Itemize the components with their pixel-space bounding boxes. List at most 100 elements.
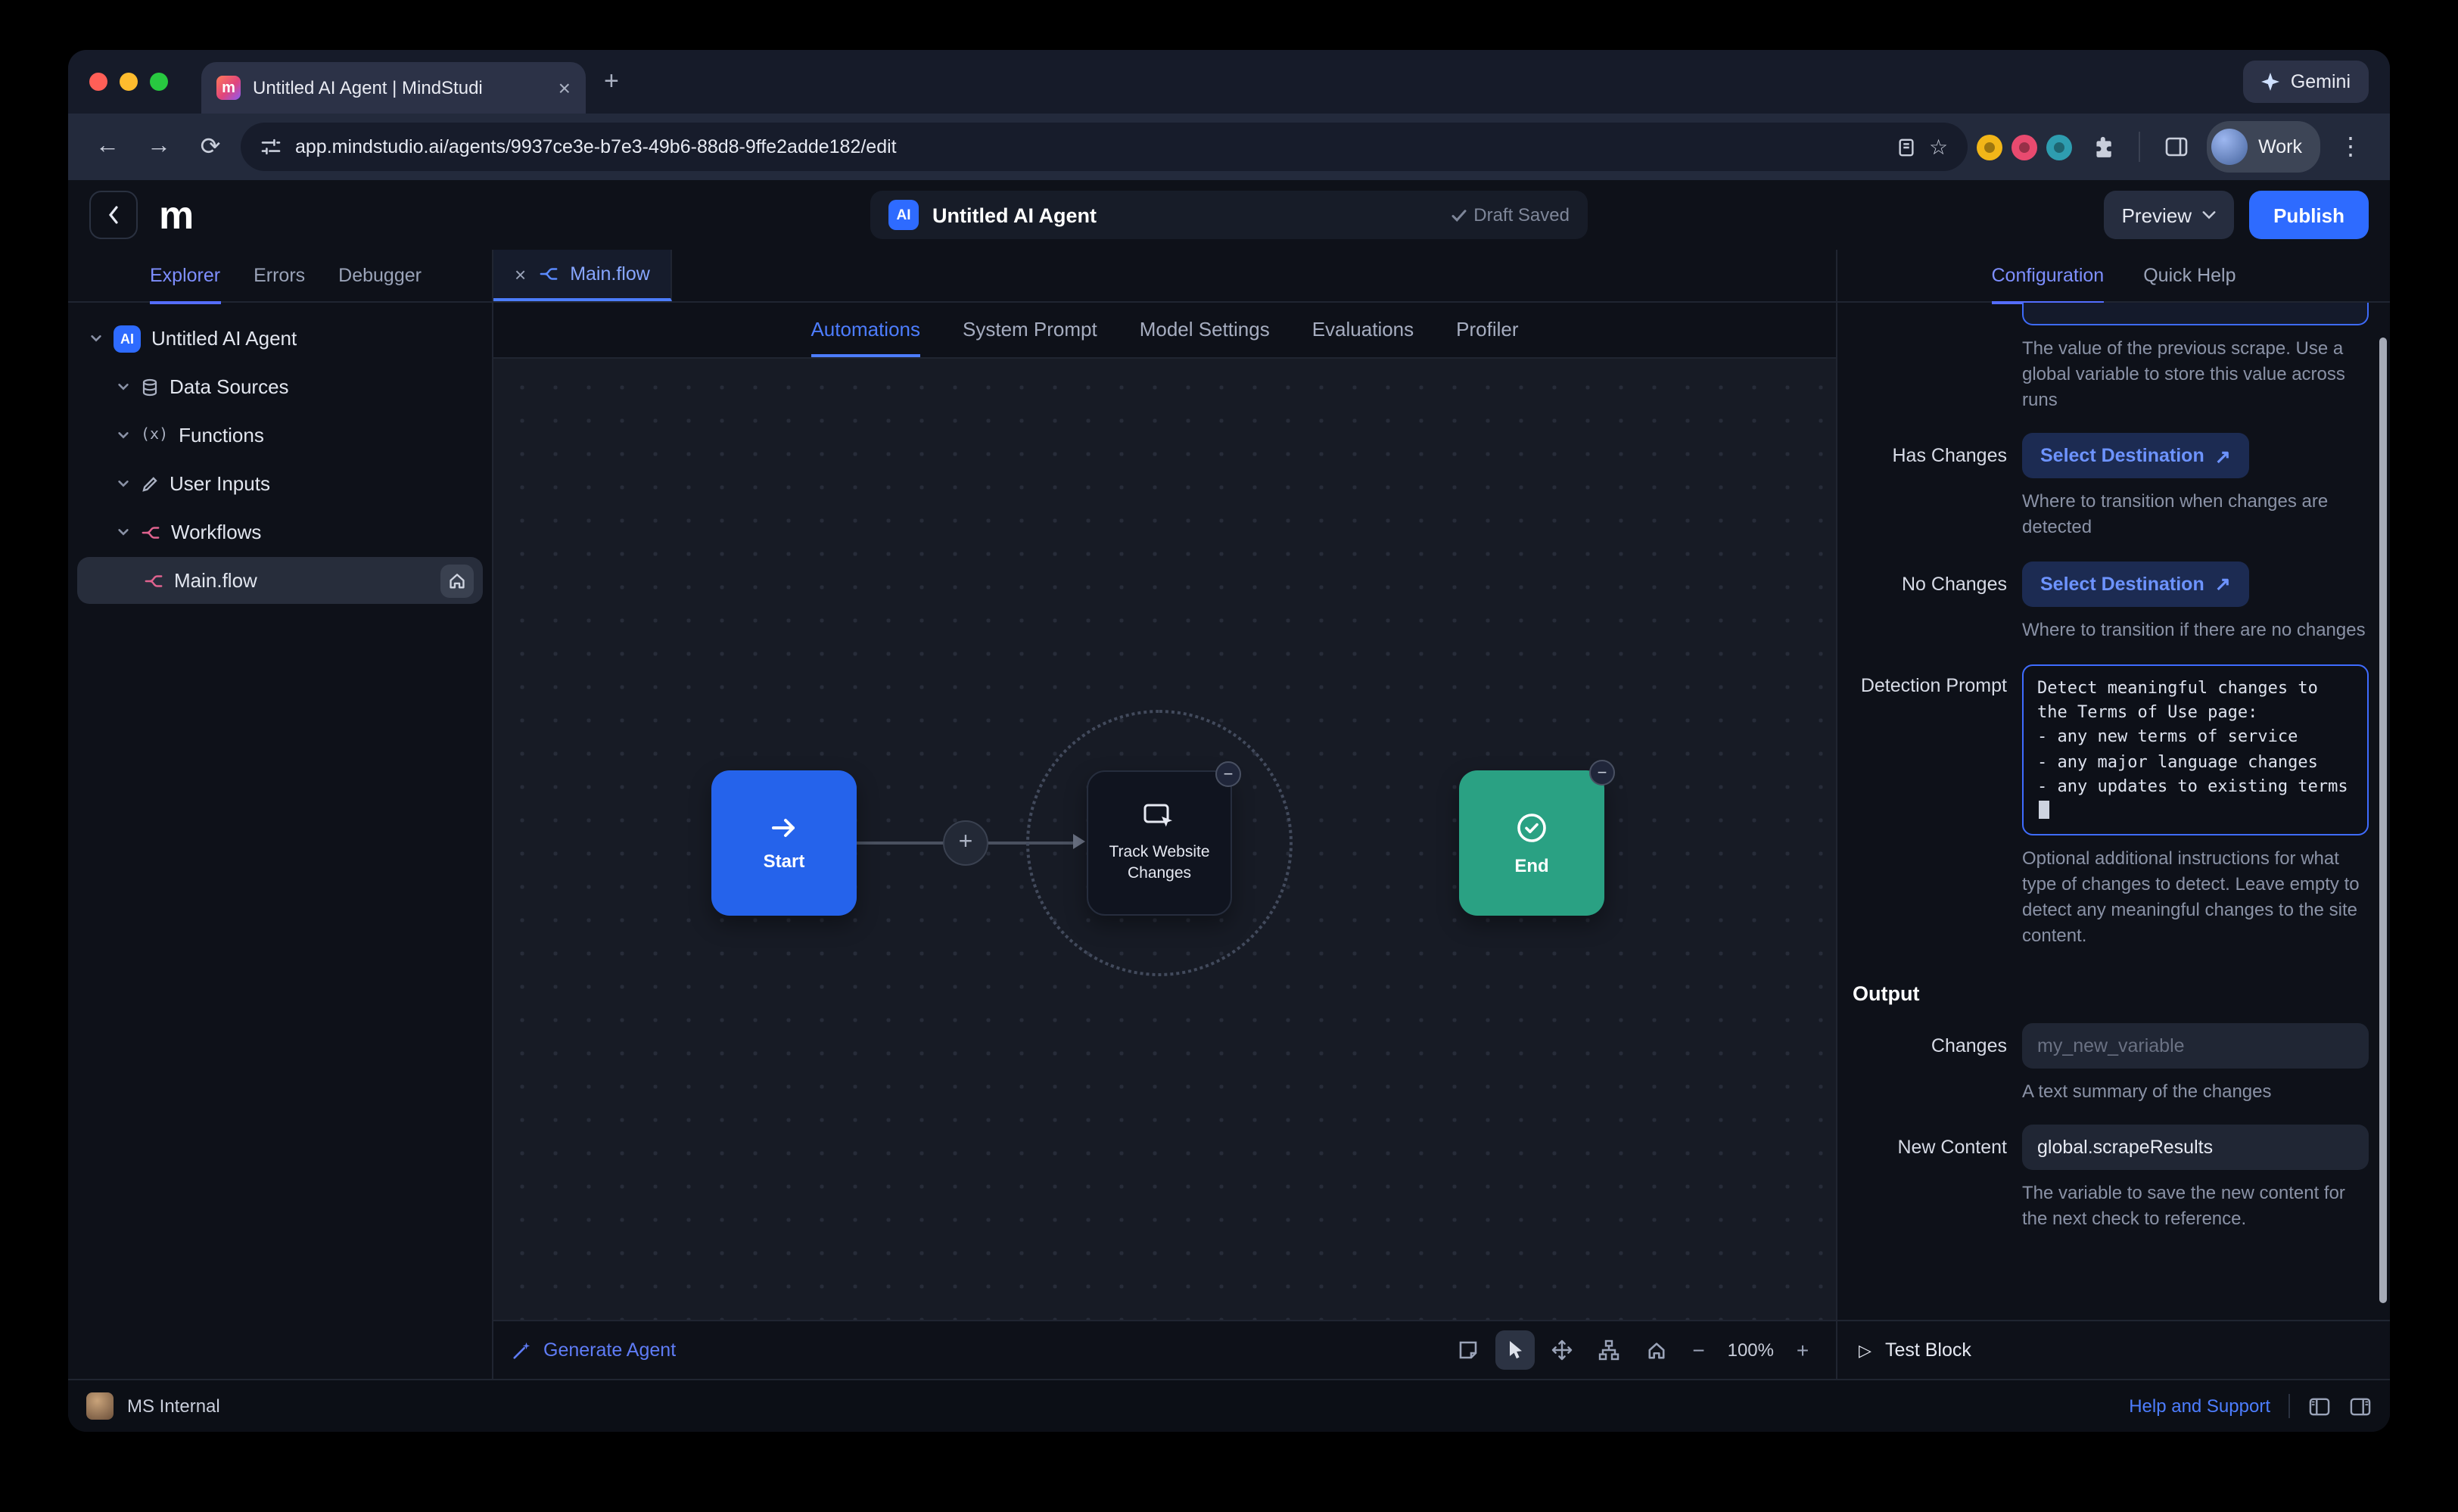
save-page-icon[interactable] — [1896, 137, 1915, 157]
extension-icon[interactable] — [1977, 134, 2003, 160]
workspace-avatar[interactable] — [86, 1392, 114, 1420]
config-panel: Configuration Quick Help The value of th… — [1837, 250, 2390, 1379]
text-caret — [2039, 801, 2049, 820]
start-node[interactable]: Start — [711, 770, 857, 916]
chevron-down-icon[interactable] — [89, 331, 103, 345]
chevron-down-icon[interactable] — [117, 477, 130, 490]
tree-item-functions[interactable]: (x) Functions — [77, 412, 483, 459]
extensions-puzzle-icon[interactable] — [2081, 126, 2124, 168]
workspace-name: MS Internal — [127, 1395, 220, 1417]
select-destination-button[interactable]: Select Destination ↗ — [2022, 433, 2249, 479]
tree-item-agent[interactable]: AI Untitled AI Agent — [77, 315, 483, 362]
collapse-node-icon[interactable]: − — [1215, 761, 1241, 787]
site-settings-icon[interactable] — [260, 136, 282, 157]
arrow-up-right-icon: ↗ — [2214, 446, 2231, 468]
auto-layout-icon[interactable] — [1590, 1330, 1629, 1370]
publish-button[interactable]: Publish — [2249, 191, 2369, 239]
end-node[interactable]: − End — [1459, 760, 1615, 916]
browser-profile-button[interactable]: Work — [2207, 121, 2320, 173]
tab-evaluations[interactable]: Evaluations — [1312, 303, 1414, 357]
browser-tab[interactable]: m Untitled AI Agent | MindStudi × — [201, 62, 586, 114]
app-back-button[interactable] — [89, 191, 138, 239]
back-icon[interactable]: ← — [86, 126, 129, 168]
tab-errors[interactable]: Errors — [254, 250, 305, 304]
generate-agent-label: Generate Agent — [543, 1339, 677, 1361]
scrollbar-thumb[interactable] — [2379, 338, 2387, 1303]
tree-item-label: Data Sources — [170, 375, 289, 398]
tree-item-main-flow[interactable]: Main.flow — [77, 557, 483, 604]
zoom-in-icon[interactable]: + — [1787, 1338, 1818, 1362]
home-flow-badge[interactable] — [440, 564, 474, 597]
url-text: app.mindstudio.ai/agents/9937ce3e-b7e3-4… — [295, 136, 897, 157]
file-tab-main-flow[interactable]: × Main.flow — [493, 250, 673, 301]
agent-title-bar[interactable]: AI Untitled AI Agent Draft Saved — [870, 191, 1588, 239]
tree-item-user-inputs[interactable]: User Inputs — [77, 460, 483, 507]
chevron-down-icon — [2202, 211, 2216, 219]
browser-menu-icon[interactable]: ⋮ — [2329, 126, 2372, 168]
browser-toolbar: ← → ⟳ app.mindstudio.ai/agents/9937ce3e-… — [68, 114, 2390, 180]
reload-icon[interactable]: ⟳ — [189, 126, 232, 168]
home-icon — [450, 574, 465, 589]
generate-agent-button[interactable]: Generate Agent — [512, 1339, 676, 1361]
new-content-input[interactable] — [2022, 1125, 2369, 1171]
tree-item-data-sources[interactable]: Data Sources — [77, 363, 483, 410]
tab-model-settings[interactable]: Model Settings — [1140, 303, 1270, 357]
clipped-field[interactable] — [2022, 303, 2369, 325]
chevron-down-icon[interactable] — [117, 428, 130, 442]
tab-close-icon[interactable]: × — [558, 77, 571, 98]
extension-icon[interactable] — [2012, 134, 2038, 160]
check-circle-icon — [1517, 813, 1546, 842]
arrow-right-icon — [772, 818, 795, 836]
detection-prompt-textarea[interactable]: Detect meaningful changes to the Terms o… — [2022, 664, 2369, 836]
preview-label: Preview — [2121, 204, 2192, 226]
field-helper: The value of the previous scrape. Use a … — [2022, 338, 2345, 410]
minimize-window-button[interactable] — [120, 73, 138, 91]
fit-home-icon[interactable] — [1637, 1330, 1676, 1370]
close-window-button[interactable] — [89, 73, 107, 91]
test-block-button[interactable]: ▷ Test Block — [1837, 1320, 2390, 1379]
gemini-button[interactable]: Gemini — [2243, 61, 2369, 103]
extension-icon[interactable] — [2046, 134, 2073, 160]
preview-button[interactable]: Preview — [2103, 191, 2235, 239]
toggle-right-panel-icon[interactable] — [2349, 1396, 2372, 1416]
tab-automations[interactable]: Automations — [811, 303, 920, 357]
new-tab-button[interactable]: + — [604, 67, 619, 97]
select-destination-button[interactable]: Select Destination ↗ — [2022, 561, 2249, 607]
zoom-out-icon[interactable]: − — [1684, 1338, 1714, 1362]
side-panel-icon[interactable] — [2155, 126, 2198, 168]
function-icon: (x) — [141, 427, 169, 443]
forward-icon[interactable]: → — [138, 126, 180, 168]
tab-configuration[interactable]: Configuration — [1991, 250, 2105, 304]
add-step-button[interactable]: + — [943, 820, 988, 866]
select-cursor-icon[interactable] — [1495, 1330, 1535, 1370]
sidebar: Explorer Errors Debugger AI Untitled AI … — [68, 250, 493, 1379]
tree-item-workflows[interactable]: Workflows — [77, 509, 483, 555]
magic-wand-icon — [513, 1341, 530, 1358]
tab-explorer[interactable]: Explorer — [150, 250, 221, 304]
flow-canvas[interactable]: Start + − Track Website Changes − End — [493, 359, 1836, 1320]
track-website-changes-node[interactable]: − Track Website Changes — [1087, 761, 1241, 916]
close-file-tab-icon[interactable]: × — [515, 263, 526, 285]
changes-input[interactable] — [2022, 1022, 2369, 1069]
pan-icon[interactable] — [1543, 1330, 1582, 1370]
chevron-down-icon[interactable] — [117, 380, 130, 394]
chevron-down-icon[interactable] — [117, 525, 130, 539]
output-heading: Output — [1853, 982, 1920, 1005]
toggle-left-panel-icon[interactable] — [2308, 1396, 2331, 1416]
tab-system-prompt[interactable]: System Prompt — [963, 303, 1097, 357]
config-scroll-area[interactable]: The value of the previous scrape. Use a … — [1837, 303, 2390, 1320]
screen: m Untitled AI Agent | MindStudi × + Gemi… — [0, 0, 2458, 1512]
tab-profiler[interactable]: Profiler — [1456, 303, 1518, 357]
ai-badge: AI — [114, 325, 141, 352]
tab-debugger[interactable]: Debugger — [338, 250, 422, 304]
browser-tab-strip: m Untitled AI Agent | MindStudi × + Gemi… — [68, 50, 2390, 114]
bookmark-star-icon[interactable]: ☆ — [1929, 134, 1948, 160]
app-main: Explorer Errors Debugger AI Untitled AI … — [68, 250, 2390, 1379]
address-bar[interactable]: app.mindstudio.ai/agents/9937ce3e-b7e3-4… — [241, 123, 1968, 171]
help-and-support-link[interactable]: Help and Support — [2129, 1395, 2270, 1417]
gemini-label: Gemini — [2290, 71, 2351, 92]
collapse-node-icon[interactable]: − — [1589, 760, 1615, 786]
tab-quick-help[interactable]: Quick Help — [2143, 250, 2236, 304]
maximize-window-button[interactable] — [150, 73, 168, 91]
notes-icon[interactable] — [1449, 1330, 1489, 1370]
